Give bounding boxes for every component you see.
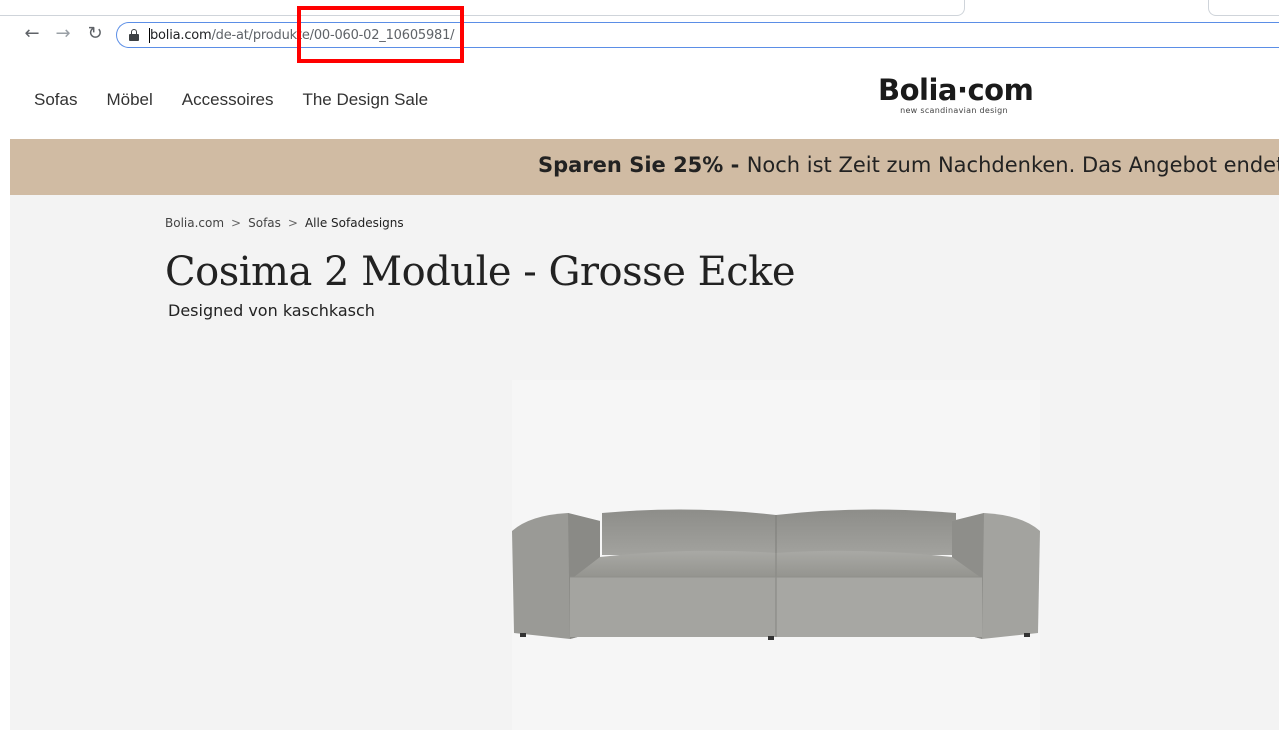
reload-button[interactable]: ↻ xyxy=(85,24,105,44)
nav-item-sofas[interactable]: Sofas xyxy=(34,90,77,110)
tab-strip-edge xyxy=(0,0,965,16)
nav-item-design-sale[interactable]: The Design Sale xyxy=(302,90,428,110)
promo-message: Noch ist Zeit zum Nachdenken. Das Angebo… xyxy=(746,153,1279,177)
site-logo[interactable]: Bolia·com new scandinavian design xyxy=(878,73,1034,116)
arrow-right-icon: → xyxy=(55,23,71,44)
breadcrumb-separator: > xyxy=(231,216,242,230)
promo-headline: Sparen Sie 25% xyxy=(538,153,724,177)
reload-icon: ↻ xyxy=(87,23,103,44)
browser-toolbar: ← → ↻ bolia.com/de-at/produkte/00-060-02… xyxy=(0,0,1279,56)
breadcrumb-item-home[interactable]: Bolia.com xyxy=(165,216,224,230)
logo-wordmark: Bolia·com xyxy=(878,73,1034,107)
lock-icon xyxy=(129,29,139,41)
logo-tagline: new scandinavian design xyxy=(900,106,1008,115)
back-button[interactable]: ← xyxy=(22,24,42,44)
product-title: Cosima 2 Module - Grosse Ecke xyxy=(165,249,796,295)
url-host: bolia.com xyxy=(150,28,212,43)
main-navigation: Sofas Möbel Accessoires The Design Sale xyxy=(34,90,457,110)
promo-text: Sparen Sie 25% - Noch ist Zeit zum Nachd… xyxy=(538,153,1279,177)
arrow-left-icon: ← xyxy=(24,23,40,44)
tab-strip-edge-right xyxy=(1208,0,1279,16)
product-section: Bolia.com > Sofas > Alle Sofadesigns Cosima … xyxy=(10,195,1279,730)
forward-button[interactable]: → xyxy=(53,24,73,44)
product-designer: Designed von kaschkasch xyxy=(168,301,375,320)
sofa-product-image[interactable] xyxy=(510,503,1042,643)
nav-item-accessoires[interactable]: Accessoires xyxy=(182,90,274,110)
promo-banner[interactable]: Sparen Sie 25% - Noch ist Zeit zum Nachd… xyxy=(10,139,1279,195)
promo-dash: - xyxy=(723,153,747,177)
breadcrumb-item-sofas[interactable]: Sofas xyxy=(248,216,281,230)
breadcrumb: Bolia.com > Sofas > Alle Sofadesigns xyxy=(165,216,404,230)
address-bar[interactable]: bolia.com/de-at/produkte/00-060-02_10605… xyxy=(116,22,1279,48)
breadcrumb-item-all-sofas[interactable]: Alle Sofadesigns xyxy=(305,216,404,230)
breadcrumb-separator: > xyxy=(287,216,298,230)
nav-item-moebel[interactable]: Möbel xyxy=(106,90,152,110)
url-highlight-box xyxy=(297,6,464,63)
